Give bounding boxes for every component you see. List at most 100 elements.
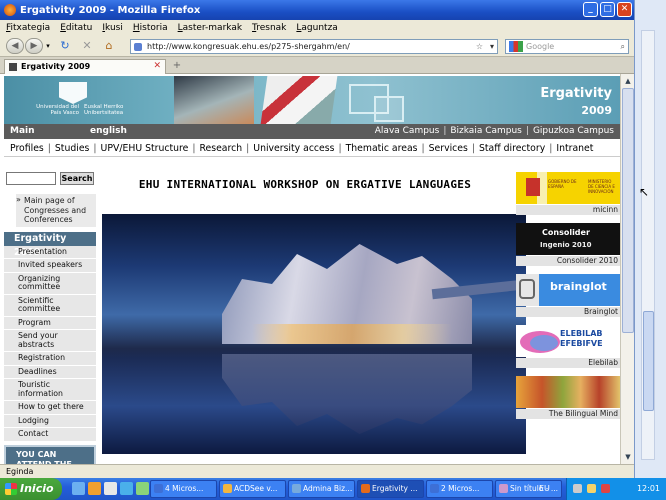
stop-icon[interactable]: ✕ [78, 38, 96, 54]
sidebar-item-lodging[interactable]: Lodging [4, 414, 96, 428]
minimize-button[interactable]: _ [583, 2, 598, 17]
tray-volume-icon[interactable] [587, 484, 596, 493]
scroll-thumb[interactable] [622, 88, 634, 333]
bookmark-star-icon[interactable]: ☆ [476, 40, 483, 53]
page-scrollbar[interactable]: ▲ ▼ [620, 74, 634, 464]
forward-button[interactable]: ▶ [25, 38, 43, 54]
sponsor-bilingual-mind[interactable]: The Bilingual Mind [516, 376, 620, 427]
menu-history[interactable]: Historia [133, 23, 168, 33]
clock: 12:01 [636, 484, 660, 493]
language-indicator[interactable]: EU [539, 478, 550, 500]
congresses-main-link[interactable]: Main page of Congresses and Conferences [16, 194, 96, 227]
nav-university-access[interactable]: University access [249, 140, 338, 157]
language-bar: Main english Alava Campus | Bizkaia Campu… [4, 124, 620, 139]
sidebar-section-title: Ergativity 2009 [4, 231, 96, 258]
web-page: Universidad del País Vasco Euskal Herrik… [0, 74, 620, 464]
task-paint[interactable]: Sin título - ... [495, 480, 562, 498]
tray-network-icon[interactable] [573, 484, 582, 493]
task-word-2[interactable]: 2 Micros... [426, 480, 493, 498]
sidebar-item-organizing-committee[interactable]: Organizing committee [4, 272, 96, 295]
sidebar-item-scientific-committee[interactable]: Scientific committee [4, 294, 96, 317]
campus-alava-link[interactable]: Alava Campus [373, 124, 442, 139]
task-firefox[interactable]: Ergativity ... [357, 480, 424, 498]
url-text: http://www.kongresuak.ehu.es/p275-sherga… [147, 42, 350, 51]
scroll-down-icon[interactable]: ▼ [622, 451, 634, 463]
nav-intranet[interactable]: Intranet [552, 140, 597, 157]
tab-ergativity[interactable]: Ergativity 2009 ✕ [4, 59, 166, 74]
sidebar-item-invited-speakers[interactable]: Invited speakers [4, 259, 96, 273]
quicklaunch-ie-icon[interactable] [120, 482, 133, 495]
language-english[interactable]: english [90, 124, 127, 139]
sponsor-elebilab[interactable]: ELEBILAB EFEBIFVE Elebilab [516, 325, 620, 376]
quicklaunch-more-icon[interactable] [136, 482, 149, 495]
windows-flag-icon [5, 483, 17, 495]
site-banner: Universidad del País Vasco Euskal Herrik… [4, 76, 620, 124]
close-button[interactable]: ✕ [617, 2, 632, 17]
nav-profiles[interactable]: Profiles [4, 140, 48, 157]
window-titlebar: Ergativity 2009 - Mozilla Firefox _ □ ✕ [0, 0, 634, 20]
menu-tools[interactable]: Tresnak [252, 23, 286, 33]
reload-icon[interactable]: ↻ [56, 38, 74, 54]
mouse-cursor-icon: ↖ [639, 185, 650, 199]
sidebar-item-program[interactable]: Program [4, 316, 96, 330]
tab-label: Ergativity 2009 [21, 62, 91, 71]
close-tab-icon[interactable]: ✕ [153, 60, 161, 73]
nav-studies[interactable]: Studies [51, 140, 94, 157]
sponsor-caption: Brainglot [516, 307, 620, 317]
menu-bookmarks[interactable]: Laster-markak [178, 23, 242, 33]
nav-services[interactable]: Services [425, 140, 472, 157]
new-tab-button[interactable]: + [170, 60, 184, 73]
maximize-button[interactable]: □ [600, 2, 615, 17]
nav-thematic-areas[interactable]: Thematic areas [342, 140, 422, 157]
quicklaunch-media-icon[interactable] [104, 482, 117, 495]
quicklaunch-desktop-icon[interactable] [72, 482, 85, 495]
campus-bizkaia-link[interactable]: Bizkaia Campus [448, 124, 524, 139]
sidebar-item-how-to-get-there[interactable]: How to get there [4, 401, 96, 415]
history-dropdown-icon[interactable]: ▾ [44, 38, 52, 54]
search-button[interactable]: Search [60, 172, 94, 185]
sidebar-item-touristic-information[interactable]: Touristic information [4, 379, 96, 401]
campus-gipuzkoa-link[interactable]: Gipuzkoa Campus [531, 124, 616, 139]
window-title: Ergativity 2009 - Mozilla Firefox [20, 4, 201, 16]
url-dropdown-icon[interactable]: ▾ [490, 40, 494, 53]
sponsor-consolider[interactable]: Consolider Ingenio 2010 Consolider 2010 [516, 223, 620, 274]
url-bar[interactable]: http://www.kongresuak.ehu.es/p275-sherga… [130, 39, 498, 54]
sidebar-item-contact[interactable]: Contact [4, 428, 96, 442]
menu-help[interactable]: Laguntza [296, 23, 337, 33]
web-search-input[interactable]: Google ⌕ [505, 39, 629, 54]
site-identity-icon[interactable] [134, 43, 142, 51]
sponsor-caption: Consolider 2010 [516, 256, 620, 266]
sponsor-brainglot[interactable]: brainglot Brainglot [516, 274, 620, 325]
scroll-up-icon[interactable]: ▲ [622, 75, 634, 87]
menu-view[interactable]: Ikusi [102, 23, 123, 33]
nav-staff-directory[interactable]: Staff directory [475, 140, 549, 157]
back-button[interactable]: ◀ [6, 38, 24, 54]
start-button[interactable]: Inicio [0, 478, 62, 500]
background-scrollbar [641, 30, 655, 460]
home-icon[interactable]: ⌂ [100, 38, 118, 54]
background-window-edge: ↖ [634, 0, 666, 478]
task-word[interactable]: 4 Micros... [150, 480, 217, 498]
sidebar-item-registration[interactable]: Registration [4, 352, 96, 366]
menu-edit[interactable]: Editatu [60, 23, 92, 33]
sponsor-micinn[interactable]: GOBIERNO DE ESPAÑA MINISTERIO DE CIENCIA… [516, 172, 620, 223]
menu-file[interactable]: Fitxategia [6, 23, 50, 33]
task-acdsee[interactable]: ACDSee v... [219, 480, 286, 498]
google-engine-icon[interactable] [509, 41, 523, 52]
nav-structure[interactable]: UPV/EHU Structure [97, 140, 193, 157]
brainglot-logo-icon [519, 279, 535, 299]
sidebar-item-deadlines[interactable]: Deadlines [4, 365, 96, 379]
sidebar-item-send-abstracts[interactable]: Send your abstracts [4, 330, 96, 352]
quicklaunch-browser-icon[interactable] [88, 482, 101, 495]
tray-antivirus-icon[interactable] [601, 484, 610, 493]
site-search-input[interactable] [6, 172, 56, 185]
tab-bar: Ergativity 2009 ✕ + [0, 57, 634, 74]
nav-research[interactable]: Research [195, 140, 246, 157]
attend-online-banner[interactable]: YOU CAN ATTEND THE CONFERENCE ONLINE!!! [4, 444, 96, 464]
task-admina[interactable]: Admina Biz... [288, 480, 355, 498]
guggenheim-photo [102, 214, 526, 454]
university-logo-icon[interactable] [59, 82, 87, 104]
main-link[interactable]: Main [10, 124, 35, 139]
page-title: EHU INTERNATIONAL WORKSHOP ON ERGATIVE L… [138, 178, 472, 191]
search-icon[interactable]: ⌕ [621, 40, 625, 53]
